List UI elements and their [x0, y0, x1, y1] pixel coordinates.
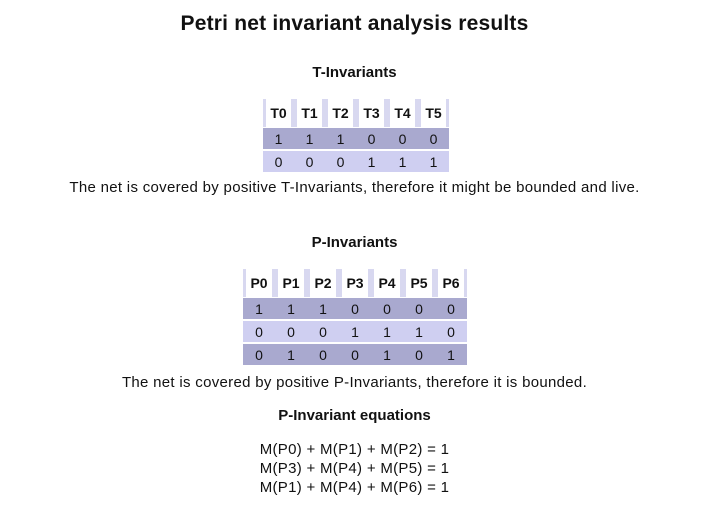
p-invariants-table: P0 P1 P2 P3 P4 P5 P6 1 1 1 0 0 0 0 0 0 0…	[243, 269, 467, 366]
table-cell: 0	[418, 127, 449, 150]
p-invariants-column-header: P6	[435, 269, 467, 297]
p-invariants-column-header: P1	[275, 269, 307, 297]
table-cell: 0	[294, 150, 325, 173]
table-cell: 1	[371, 343, 403, 366]
p-invariants-column-header: P3	[339, 269, 371, 297]
table-cell: 0	[307, 320, 339, 343]
t-invariants-column-header: T0	[263, 99, 294, 127]
t-invariants-column-header: T5	[418, 99, 449, 127]
table-cell: 1	[356, 150, 387, 173]
t-invariants-column-header: T3	[356, 99, 387, 127]
p-invariants-description: The net is covered by positive P-Invaria…	[121, 374, 588, 391]
table-cell: 0	[307, 343, 339, 366]
table-cell: 0	[435, 297, 467, 320]
equation-line: M(P0) + M(P1) + M(P2) = 1	[259, 441, 450, 458]
t-invariants-description: The net is covered by positive T-Invaria…	[69, 179, 640, 196]
table-cell: 0	[243, 343, 275, 366]
table-cell: 1	[263, 127, 294, 150]
table-cell: 1	[403, 320, 435, 343]
p-invariants-column-header: P0	[243, 269, 275, 297]
p-invariants-header-row: P0 P1 P2 P3 P4 P5 P6	[243, 269, 467, 297]
p-invariants-column-header: P4	[371, 269, 403, 297]
equation-line: M(P1) + M(P4) + M(P6) = 1	[259, 479, 450, 496]
t-invariants-column-header: T4	[387, 99, 418, 127]
table-cell: 1	[294, 127, 325, 150]
table-cell: 0	[339, 343, 371, 366]
t-invariants-header-row: T0 T1 T2 T3 T4 T5	[263, 99, 449, 127]
p-invariants-column-header: P2	[307, 269, 339, 297]
invariant-analysis-page: Petri net invariant analysis results T-I…	[0, 0, 709, 510]
table-cell: 0	[387, 127, 418, 150]
equations-list: M(P0) + M(P1) + M(P2) = 1 M(P3) + M(P4) …	[0, 440, 709, 497]
table-cell: 0	[435, 320, 467, 343]
table-cell: 0	[263, 150, 294, 173]
table-cell: 1	[435, 343, 467, 366]
table-cell: 0	[371, 297, 403, 320]
t-invariants-table: T0 T1 T2 T3 T4 T5 1 1 1 0 0 0 0 0 0 1 1 …	[263, 99, 449, 173]
table-row: 0 0 0 1 1 1	[263, 150, 449, 173]
table-cell: 1	[307, 297, 339, 320]
table-row: 1 1 1 0 0 0 0	[243, 297, 467, 320]
table-cell: 1	[371, 320, 403, 343]
p-invariants-heading: P-Invariants	[311, 234, 398, 251]
page-title: Petri net invariant analysis results	[180, 12, 529, 35]
table-cell: 0	[325, 150, 356, 173]
table-cell: 0	[403, 297, 435, 320]
table-cell: 0	[275, 320, 307, 343]
table-cell: 0	[243, 320, 275, 343]
t-invariants-column-header: T2	[325, 99, 356, 127]
p-invariants-column-header: P5	[403, 269, 435, 297]
equation-line: M(P3) + M(P4) + M(P5) = 1	[259, 460, 450, 477]
equations-heading: P-Invariant equations	[278, 407, 431, 424]
table-row: 1 1 1 0 0 0	[263, 127, 449, 150]
table-cell: 1	[275, 343, 307, 366]
table-cell: 1	[275, 297, 307, 320]
t-invariants-heading: T-Invariants	[312, 64, 397, 81]
table-cell: 1	[339, 320, 371, 343]
table-cell: 0	[356, 127, 387, 150]
table-cell: 0	[339, 297, 371, 320]
table-cell: 1	[387, 150, 418, 173]
table-cell: 1	[243, 297, 275, 320]
table-cell: 0	[403, 343, 435, 366]
table-cell: 1	[418, 150, 449, 173]
table-row: 0 1 0 0 1 0 1	[243, 343, 467, 366]
table-cell: 1	[325, 127, 356, 150]
table-row: 0 0 0 1 1 1 0	[243, 320, 467, 343]
t-invariants-column-header: T1	[294, 99, 325, 127]
